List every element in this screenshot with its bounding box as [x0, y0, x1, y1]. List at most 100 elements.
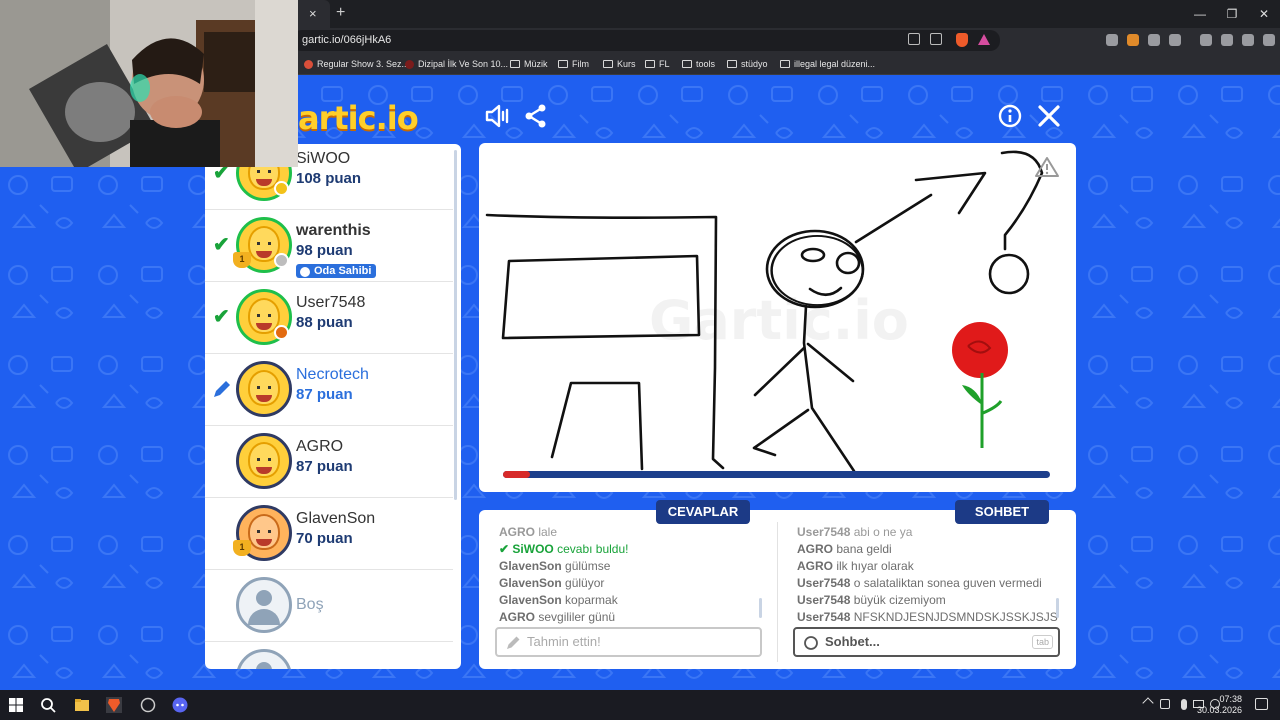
empty-slot-label: Boş	[296, 596, 324, 613]
player-name: GlavenSon	[296, 510, 376, 527]
app-icon[interactable]	[140, 697, 156, 713]
sidebar-icon[interactable]	[1200, 34, 1212, 46]
vpn-shield-icon[interactable]	[1242, 34, 1254, 46]
folder-icon	[682, 60, 692, 68]
close-window-button[interactable]: ✕	[1248, 0, 1280, 28]
chat-bubble-icon	[804, 636, 818, 650]
notifications-icon[interactable]	[1255, 698, 1268, 710]
restore-button[interactable]: ❐	[1216, 0, 1248, 28]
extension-icon[interactable]	[1127, 34, 1139, 46]
share-page-icon[interactable]	[930, 33, 942, 45]
answers-chat-panel: AGRO lale ✔ SiWOO cevabı buldu! GlavenSo…	[479, 510, 1076, 669]
list-item: AGRO lale	[499, 525, 558, 539]
drawing-canvas[interactable]: Gartic.io	[479, 143, 1076, 492]
empty-slot: Boş	[205, 570, 453, 642]
bookmark-label: illegal legal düzeni...	[794, 59, 876, 69]
folder-icon	[645, 60, 655, 68]
chevron-up-icon[interactable]	[1142, 697, 1154, 709]
bookmark-folder[interactable]: FL	[645, 53, 670, 75]
file-explorer-icon[interactable]	[74, 697, 90, 713]
chat-tab-label[interactable]: SOHBET	[955, 500, 1049, 524]
bookmark-folder[interactable]: stüdyo	[727, 53, 768, 75]
speaker-icon[interactable]	[1160, 699, 1170, 709]
player-row[interactable]: 1 GlavenSon 70 puan	[205, 498, 453, 570]
bookmark-label: Regular Show 3. Sez...	[317, 59, 410, 69]
player-points: 108 puan	[296, 170, 362, 187]
bookmark-label: tools	[696, 59, 716, 69]
players-list: ✔ SiWOO 108 puan ✔ 1 warenthis 98 puan O…	[205, 144, 461, 669]
bookmark-label: Dizipal İlk Ve Son 10...	[418, 59, 509, 69]
chat-placeholder: Sohbet...	[825, 634, 880, 649]
list-item: AGRO sevgililer günü	[499, 610, 616, 624]
player-row[interactable]: ✔ User7548 88 puan	[205, 282, 453, 354]
cast-icon[interactable]	[908, 33, 920, 45]
tab-close-icon[interactable]: ×	[309, 6, 317, 21]
bookmark-item[interactable]: Dizipal İlk Ve Son 10...	[405, 53, 508, 75]
guessed-check-icon: ✔	[213, 234, 230, 256]
guessed-check-icon: ✔	[213, 306, 230, 328]
bookmark-folder[interactable]: tools	[682, 53, 715, 75]
svg-text:Gartic.io: Gartic.io	[649, 289, 909, 352]
chat-input[interactable]: Sohbet... tab	[793, 627, 1060, 657]
trophy-icon: 1	[233, 540, 251, 556]
guess-input[interactable]: Tahmin ettin!	[495, 627, 762, 657]
clock-date: 30.03.2026	[1196, 705, 1242, 715]
bookmark-label: Müzik	[524, 59, 548, 69]
list-item: User7548 abi o ne ya	[797, 525, 913, 539]
chat-list: User7548 abi o ne ya AGRO bana geldi AGR…	[797, 524, 1067, 626]
brave-browser-icon[interactable]	[106, 697, 122, 713]
folder-icon	[558, 60, 568, 68]
player-row[interactable]: Necrotech 87 puan	[205, 354, 453, 426]
list-item: AGRO bana geldi	[797, 542, 892, 556]
player-row[interactable]: AGRO 87 puan	[205, 426, 453, 498]
site-favicon-icon	[405, 59, 414, 69]
list-item: User7548 o salataliktan sonea guven verm…	[797, 576, 1042, 590]
bookmark-folder[interactable]: Film	[558, 53, 589, 75]
room-owner-badge: Oda Sahibi	[296, 264, 377, 278]
answers-tab-label[interactable]: CEVAPLAR	[656, 500, 750, 524]
folder-icon	[727, 60, 737, 68]
round-timer-bar	[503, 471, 1050, 478]
list-item: ✔ SiWOO cevabı buldu!	[499, 542, 629, 556]
report-warning-icon[interactable]	[1034, 156, 1060, 178]
minimize-button[interactable]: —	[1184, 0, 1216, 28]
search-icon[interactable]	[40, 697, 56, 713]
bookmark-folder[interactable]: Müzik	[510, 53, 548, 75]
pencil-icon	[214, 381, 230, 397]
address-bar[interactable]: gartic.io/066jHkA6	[292, 30, 1000, 51]
share-icon[interactable]	[523, 103, 549, 129]
chat-scrollbar[interactable]	[1056, 598, 1059, 618]
leo-ai-icon[interactable]	[1221, 34, 1233, 46]
extension-icon[interactable]	[1106, 34, 1118, 46]
bookmark-item[interactable]: Regular Show 3. Sez...	[304, 53, 409, 75]
brave-rewards-icon[interactable]	[978, 34, 990, 45]
brave-shields-icon[interactable]	[956, 33, 968, 47]
players-scrollbar[interactable]	[454, 150, 457, 500]
answers-scrollbar[interactable]	[759, 598, 762, 618]
trophy-icon: 1	[233, 252, 251, 268]
new-tab-button[interactable]: +	[336, 4, 345, 22]
status-dot	[274, 325, 289, 340]
list-item: GlavenSon koparmak	[499, 593, 618, 607]
microphone-icon[interactable]	[1181, 699, 1187, 710]
screenshot-icon[interactable]	[1169, 34, 1181, 46]
info-icon[interactable]	[997, 103, 1023, 129]
folder-icon	[603, 60, 613, 68]
windows-start-icon[interactable]	[8, 697, 24, 713]
discord-icon[interactable]	[172, 697, 188, 713]
windows-taskbar: 07:38 30.03.2026	[0, 690, 1280, 720]
bookmark-label: stüdyo	[741, 59, 768, 69]
player-name: Necrotech	[296, 366, 369, 383]
bookmark-folder[interactable]: Kurs	[603, 53, 636, 75]
player-points: 87 puan	[296, 386, 353, 403]
clock[interactable]: 07:38 30.03.2026	[1197, 694, 1242, 716]
menu-icon[interactable]	[1263, 34, 1275, 46]
sound-icon[interactable]	[484, 103, 510, 129]
bookmark-folder[interactable]: illegal legal düzeni...	[780, 53, 875, 75]
close-icon[interactable]	[1036, 103, 1062, 129]
round-timer-fill	[503, 471, 531, 478]
player-row[interactable]: ✔ 1 warenthis 98 puan Oda Sahibi	[205, 210, 453, 282]
puzzle-icon[interactable]	[1148, 34, 1160, 46]
empty-slot	[205, 642, 453, 669]
gartic-logo[interactable]: artic.io	[298, 99, 419, 137]
